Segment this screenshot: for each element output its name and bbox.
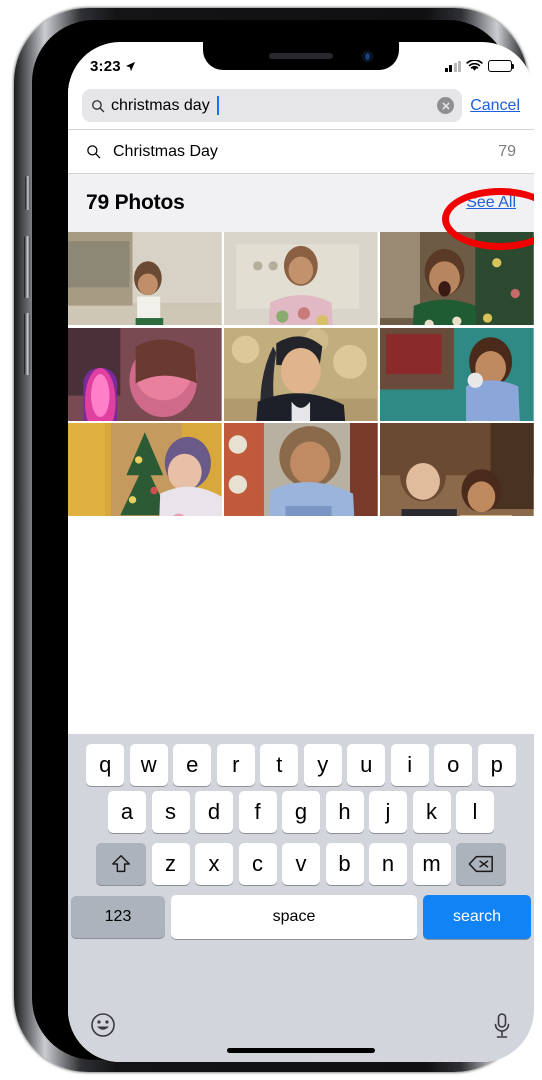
photo-grid	[68, 232, 534, 516]
keyboard-row-3: z x c v b n m	[68, 838, 534, 890]
photo-thumbnail[interactable]	[380, 327, 534, 421]
search-input-value: christmas day	[111, 96, 210, 114]
suggestion-count: 79	[498, 142, 516, 160]
keyboard-row-2: a s d f g h j k l	[68, 786, 534, 838]
wifi-icon	[466, 60, 483, 71]
photo-thumbnail[interactable]	[224, 232, 378, 325]
key-n[interactable]: n	[369, 843, 407, 885]
key-i[interactable]: i	[390, 744, 429, 786]
key-t[interactable]: t	[260, 744, 299, 786]
search-key[interactable]: search	[423, 895, 531, 939]
key-y[interactable]: y	[303, 744, 342, 786]
phone-bezel: 3:23 christmas day Cancel Christmas Day …	[32, 20, 534, 1062]
phone-screen: 3:23 christmas day Cancel Christmas Day …	[68, 42, 534, 1062]
mute-switch[interactable]	[25, 176, 30, 210]
text-cursor	[216, 96, 219, 115]
cellular-signal-icon	[444, 60, 461, 72]
phone-frame: 3:23 christmas day Cancel Christmas Day …	[14, 8, 534, 1072]
key-b[interactable]: b	[325, 843, 364, 885]
key-j[interactable]: j	[369, 791, 407, 833]
search-input[interactable]: christmas day	[82, 89, 463, 122]
numbers-key[interactable]: 123	[71, 896, 165, 938]
key-u[interactable]: u	[347, 744, 386, 786]
battery-icon	[488, 60, 515, 72]
key-o[interactable]: o	[434, 744, 473, 786]
status-bar-left: 3:23	[90, 58, 136, 75]
photos-count-label: 79 Photos	[86, 191, 185, 214]
status-time: 3:23	[90, 57, 121, 75]
key-z[interactable]: z	[151, 843, 190, 885]
photo-thumbnail[interactable]	[68, 327, 222, 421]
photo-thumbnail[interactable]	[380, 423, 534, 516]
photo-thumbnail[interactable]	[224, 327, 378, 421]
status-bar-right	[444, 60, 515, 72]
keyboard-row-4: 123 space search	[68, 890, 534, 944]
microphone-icon[interactable]	[492, 1012, 512, 1040]
key-c[interactable]: c	[238, 843, 277, 885]
key-w[interactable]: w	[129, 744, 168, 786]
shift-arrow-icon	[112, 855, 130, 873]
volume-up-button[interactable]	[24, 236, 30, 298]
home-indicator[interactable]	[227, 1048, 375, 1053]
key-x[interactable]: x	[195, 843, 233, 885]
search-icon	[92, 99, 105, 112]
backspace-icon	[468, 855, 493, 873]
key-g[interactable]: g	[282, 791, 320, 833]
search-bar: christmas day Cancel	[68, 82, 534, 129]
search-icon	[87, 145, 101, 159]
suggestion-label: Christmas Day	[113, 142, 218, 160]
space-key[interactable]: space	[171, 895, 417, 939]
front-camera-icon	[362, 51, 373, 62]
search-suggestion-row[interactable]: Christmas Day 79	[68, 129, 534, 174]
close-icon	[442, 102, 450, 109]
key-h[interactable]: h	[325, 791, 364, 833]
key-e[interactable]: e	[173, 744, 212, 786]
clear-search-icon[interactable]	[437, 97, 455, 114]
notch	[203, 42, 399, 70]
volume-down-button[interactable]	[24, 313, 30, 375]
key-v[interactable]: v	[282, 843, 320, 885]
key-q[interactable]: q	[86, 744, 125, 786]
key-m[interactable]: m	[412, 843, 451, 885]
key-k[interactable]: k	[412, 791, 451, 833]
key-a[interactable]: a	[108, 791, 146, 833]
speaker-grille-icon	[269, 53, 333, 59]
photos-section-header: 79 Photos See All	[68, 174, 534, 232]
key-p[interactable]: p	[477, 744, 516, 786]
see-all-link[interactable]: See All	[466, 194, 516, 212]
location-arrow-icon	[125, 61, 135, 71]
key-s[interactable]: s	[151, 791, 190, 833]
emoji-smiley-icon[interactable]	[90, 1012, 116, 1038]
photo-thumbnail[interactable]	[224, 423, 378, 516]
key-f[interactable]: f	[238, 791, 277, 833]
onscreen-keyboard: q w e r t y u i o p a s d f g h j k l z …	[68, 734, 534, 1062]
photo-thumbnail[interactable]	[68, 423, 222, 516]
key-r[interactable]: r	[216, 744, 255, 786]
shift-key[interactable]	[96, 843, 146, 885]
key-d[interactable]: d	[195, 791, 233, 833]
cancel-button[interactable]: Cancel	[470, 97, 522, 115]
delete-key[interactable]	[456, 843, 506, 885]
key-l[interactable]: l	[456, 791, 494, 833]
photo-thumbnail[interactable]	[380, 232, 534, 325]
photo-thumbnail[interactable]	[68, 232, 222, 325]
keyboard-row-1: q w e r t y u i o p	[68, 734, 534, 786]
